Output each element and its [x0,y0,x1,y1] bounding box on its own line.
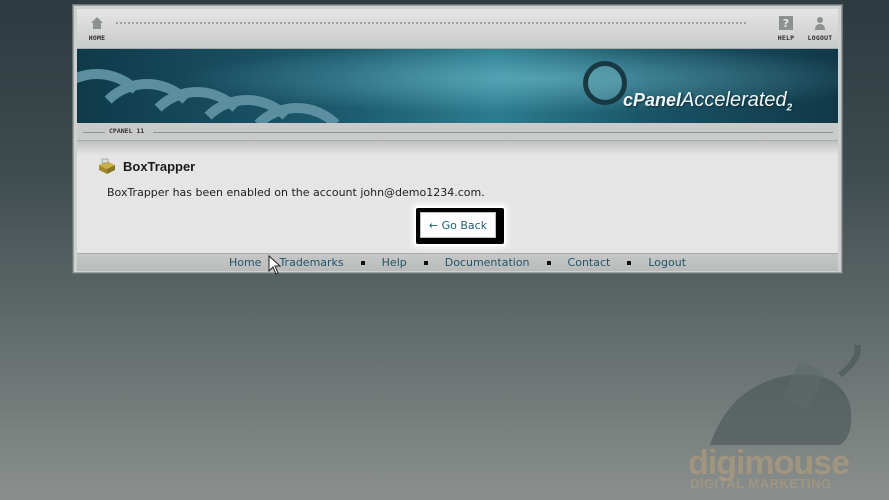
cpanel-logo-icon [583,61,627,105]
breadcrumb: CPANEL 11 [109,127,145,135]
footer-link-home[interactable]: Home [229,256,261,269]
breadcrumb-bar: CPANEL 11 [77,123,838,141]
footer-separator [546,260,551,265]
digimouse-logo-icon [710,345,861,445]
help-label: HELP [777,34,795,42]
mouse-cursor-icon [268,255,282,275]
svg-text:?: ? [783,17,789,30]
cpanel-logo: cPanelAccelerated2 [623,89,793,114]
footer-link-contact[interactable]: Contact [568,256,611,269]
footer-nav: Home Trademarks Help Documentation Conta… [77,253,838,271]
home-button[interactable]: HOME [79,15,115,42]
logout-icon [815,17,825,30]
footer-separator [627,260,632,265]
watermark-tagline: DIGITAL MARKETING [690,476,832,491]
boxtrapper-icon [99,158,115,174]
home-icon [91,17,103,29]
home-label: HOME [88,34,106,42]
footer-separator [360,260,365,265]
footer-link-documentation[interactable]: Documentation [445,256,530,269]
footer-link-trademarks[interactable]: Trademarks [279,256,343,269]
logout-button[interactable]: LOGOUT [802,15,838,42]
help-icon: ? [779,16,793,30]
footer-separator [423,260,428,265]
help-button[interactable]: ? HELP [768,15,804,42]
toolbar-divider [115,21,747,25]
page-title: BoxTrapper [97,157,195,175]
logout-label: LOGOUT [807,34,833,42]
cpanel-banner: cPanelAccelerated2 [77,49,838,123]
go-back-button[interactable]: ← Go Back [420,212,496,238]
footer-link-help[interactable]: Help [382,256,407,269]
top-toolbar: HOME ? HELP LOGOUT [77,9,838,49]
footer-link-logout[interactable]: Logout [648,256,686,269]
status-message: BoxTrapper has been enabled on the accou… [107,186,485,199]
go-back-highlight: ← Go Back [414,206,506,246]
